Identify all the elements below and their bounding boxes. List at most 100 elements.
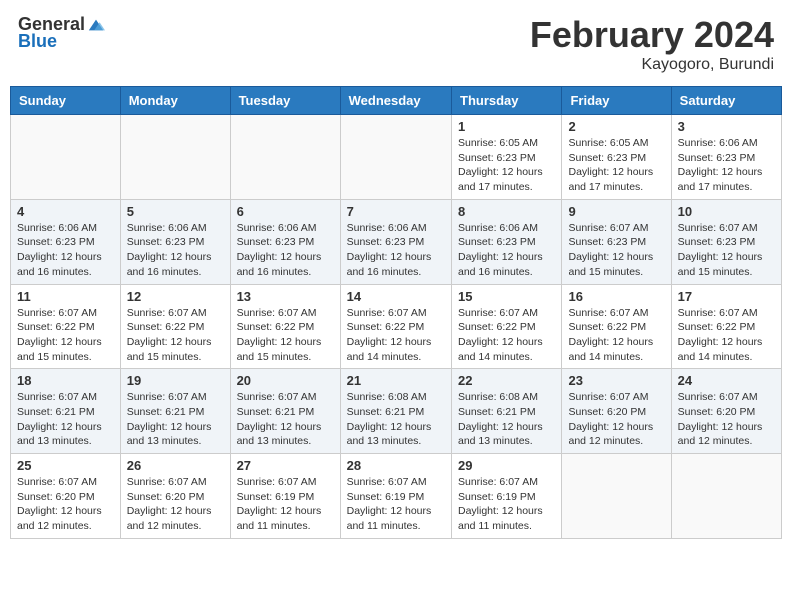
day-info: Sunrise: 6:05 AMSunset: 6:23 PMDaylight:…	[568, 136, 664, 195]
day-info: Sunrise: 6:07 AMSunset: 6:20 PMDaylight:…	[678, 390, 775, 449]
day-number: 2	[568, 119, 664, 134]
day-info: Sunrise: 6:07 AMSunset: 6:22 PMDaylight:…	[237, 306, 334, 365]
col-header-saturday: Saturday	[671, 87, 781, 115]
day-number: 3	[678, 119, 775, 134]
day-number: 7	[347, 204, 445, 219]
day-number: 4	[17, 204, 114, 219]
calendar-cell: 19Sunrise: 6:07 AMSunset: 6:21 PMDayligh…	[120, 369, 230, 454]
calendar-cell: 20Sunrise: 6:07 AMSunset: 6:21 PMDayligh…	[230, 369, 340, 454]
day-info: Sunrise: 6:06 AMSunset: 6:23 PMDaylight:…	[678, 136, 775, 195]
logo-icon	[87, 16, 105, 34]
day-info: Sunrise: 6:06 AMSunset: 6:23 PMDaylight:…	[347, 221, 445, 280]
calendar-cell: 28 Sunrise: 6:07 AMSunset: 6:19 PMDayligh…	[340, 454, 451, 539]
day-number: 12	[127, 289, 224, 304]
day-info: Sunrise: 6:06 AMSunset: 6:23 PMDaylight:…	[237, 221, 334, 280]
calendar-cell: 13 Sunrise: 6:07 AMSunset: 6:22 PMDayligh…	[230, 284, 340, 369]
calendar-header-row: SundayMondayTuesdayWednesdayThursdayFrid…	[11, 87, 782, 115]
calendar-cell: 24 Sunrise: 6:07 AMSunset: 6:20 PMDayligh…	[671, 369, 781, 454]
calendar-cell: 9 Sunrise: 6:07 AMSunset: 6:23 PMDaylight…	[562, 199, 671, 284]
day-info: Sunrise: 6:07 AMSunset: 6:22 PMDaylight:…	[568, 306, 664, 365]
day-number: 6	[237, 204, 334, 219]
day-number: 19	[127, 373, 224, 388]
day-number: 28	[347, 458, 445, 473]
calendar-cell: 14 Sunrise: 6:07 AMSunset: 6:22 PMDayligh…	[340, 284, 451, 369]
calendar-cell: 29Sunrise: 6:07 AMSunset: 6:19 PMDayligh…	[452, 454, 562, 539]
day-info: Sunrise: 6:07 AMSunset: 6:21 PMDaylight:…	[17, 390, 114, 449]
calendar-cell: 12 Sunrise: 6:07 AMSunset: 6:22 PMDayligh…	[120, 284, 230, 369]
day-info: Sunrise: 6:07 AMSunset: 6:20 PMDaylight:…	[127, 475, 224, 534]
day-info: Sunrise: 6:07 AMSunset: 6:19 PMDaylight:…	[237, 475, 334, 534]
day-info: Sunrise: 6:07 AMSunset: 6:22 PMDaylight:…	[347, 306, 445, 365]
day-number: 20	[237, 373, 334, 388]
day-number: 11	[17, 289, 114, 304]
calendar-cell	[671, 454, 781, 539]
day-info: Sunrise: 6:06 AMSunset: 6:23 PMDaylight:…	[458, 221, 555, 280]
day-number: 26	[127, 458, 224, 473]
calendar-cell: 16 Sunrise: 6:07 AMSunset: 6:22 PMDayligh…	[562, 284, 671, 369]
calendar-cell: 5 Sunrise: 6:06 AMSunset: 6:23 PMDaylight…	[120, 199, 230, 284]
day-number: 27	[237, 458, 334, 473]
day-number: 10	[678, 204, 775, 219]
calendar-cell	[120, 115, 230, 200]
day-info: Sunrise: 6:07 AMSunset: 6:22 PMDaylight:…	[678, 306, 775, 365]
day-number: 14	[347, 289, 445, 304]
day-number: 24	[678, 373, 775, 388]
calendar-cell: 15 Sunrise: 6:07 AMSunset: 6:22 PMDayligh…	[452, 284, 562, 369]
col-header-thursday: Thursday	[452, 87, 562, 115]
day-number: 13	[237, 289, 334, 304]
calendar-cell: 22Sunrise: 6:08 AMSunset: 6:21 PMDayligh…	[452, 369, 562, 454]
day-number: 25	[17, 458, 114, 473]
day-info: Sunrise: 6:05 AMSunset: 6:23 PMDaylight:…	[458, 136, 555, 195]
col-header-tuesday: Tuesday	[230, 87, 340, 115]
calendar-cell: 27 Sunrise: 6:07 AMSunset: 6:19 PMDayligh…	[230, 454, 340, 539]
calendar-cell	[11, 115, 121, 200]
calendar-title: February 2024	[530, 14, 774, 56]
day-number: 18	[17, 373, 114, 388]
day-info: Sunrise: 6:07 AMSunset: 6:19 PMDaylight:…	[347, 475, 445, 534]
calendar-cell: 23 Sunrise: 6:07 AMSunset: 6:20 PMDayligh…	[562, 369, 671, 454]
calendar-cell	[230, 115, 340, 200]
day-info: Sunrise: 6:07 AMSunset: 6:19 PMDaylight:…	[458, 475, 555, 534]
day-info: Sunrise: 6:06 AMSunset: 6:23 PMDaylight:…	[127, 221, 224, 280]
day-info: Sunrise: 6:07 AMSunset: 6:22 PMDaylight:…	[127, 306, 224, 365]
day-number: 23	[568, 373, 664, 388]
calendar-week-row: 1Sunrise: 6:05 AMSunset: 6:23 PMDaylight…	[11, 115, 782, 200]
calendar-cell: 6 Sunrise: 6:06 AMSunset: 6:23 PMDaylight…	[230, 199, 340, 284]
header: General Blue February 2024 Kayogoro, Bur…	[10, 10, 782, 78]
day-info: Sunrise: 6:07 AMSunset: 6:20 PMDaylight:…	[17, 475, 114, 534]
calendar-cell: 4 Sunrise: 6:06 AMSunset: 6:23 PMDaylight…	[11, 199, 121, 284]
calendar-cell: 10 Sunrise: 6:07 AMSunset: 6:23 PMDayligh…	[671, 199, 781, 284]
calendar-cell	[562, 454, 671, 539]
calendar-cell: 3 Sunrise: 6:06 AMSunset: 6:23 PMDaylight…	[671, 115, 781, 200]
day-number: 8	[458, 204, 555, 219]
day-number: 9	[568, 204, 664, 219]
calendar-cell: 17 Sunrise: 6:07 AMSunset: 6:22 PMDayligh…	[671, 284, 781, 369]
calendar-week-row: 18 Sunrise: 6:07 AMSunset: 6:21 PMDayligh…	[11, 369, 782, 454]
day-info: Sunrise: 6:07 AMSunset: 6:20 PMDaylight:…	[568, 390, 664, 449]
calendar-table: SundayMondayTuesdayWednesdayThursdayFrid…	[10, 86, 782, 539]
day-info: Sunrise: 6:07 AMSunset: 6:23 PMDaylight:…	[678, 221, 775, 280]
calendar-cell: 11 Sunrise: 6:07 AMSunset: 6:22 PMDayligh…	[11, 284, 121, 369]
calendar-week-row: 25 Sunrise: 6:07 AMSunset: 6:20 PMDayligh…	[11, 454, 782, 539]
calendar-cell: 21Sunrise: 6:08 AMSunset: 6:21 PMDayligh…	[340, 369, 451, 454]
calendar-cell: 26 Sunrise: 6:07 AMSunset: 6:20 PMDayligh…	[120, 454, 230, 539]
title-area: February 2024 Kayogoro, Burundi	[530, 14, 774, 74]
day-info: Sunrise: 6:06 AMSunset: 6:23 PMDaylight:…	[17, 221, 114, 280]
day-info: Sunrise: 6:08 AMSunset: 6:21 PMDaylight:…	[347, 390, 445, 449]
calendar-cell	[340, 115, 451, 200]
day-number: 17	[678, 289, 775, 304]
day-info: Sunrise: 6:07 AMSunset: 6:22 PMDaylight:…	[17, 306, 114, 365]
day-number: 5	[127, 204, 224, 219]
calendar-cell: 18 Sunrise: 6:07 AMSunset: 6:21 PMDayligh…	[11, 369, 121, 454]
day-info: Sunrise: 6:07 AMSunset: 6:23 PMDaylight:…	[568, 221, 664, 280]
col-header-monday: Monday	[120, 87, 230, 115]
calendar-cell: 7 Sunrise: 6:06 AMSunset: 6:23 PMDaylight…	[340, 199, 451, 284]
day-number: 15	[458, 289, 555, 304]
col-header-friday: Friday	[562, 87, 671, 115]
day-info: Sunrise: 6:07 AMSunset: 6:22 PMDaylight:…	[458, 306, 555, 365]
day-number: 16	[568, 289, 664, 304]
day-number: 22	[458, 373, 555, 388]
calendar-subtitle: Kayogoro, Burundi	[530, 56, 774, 74]
calendar-cell: 1Sunrise: 6:05 AMSunset: 6:23 PMDaylight…	[452, 115, 562, 200]
calendar-week-row: 4 Sunrise: 6:06 AMSunset: 6:23 PMDaylight…	[11, 199, 782, 284]
